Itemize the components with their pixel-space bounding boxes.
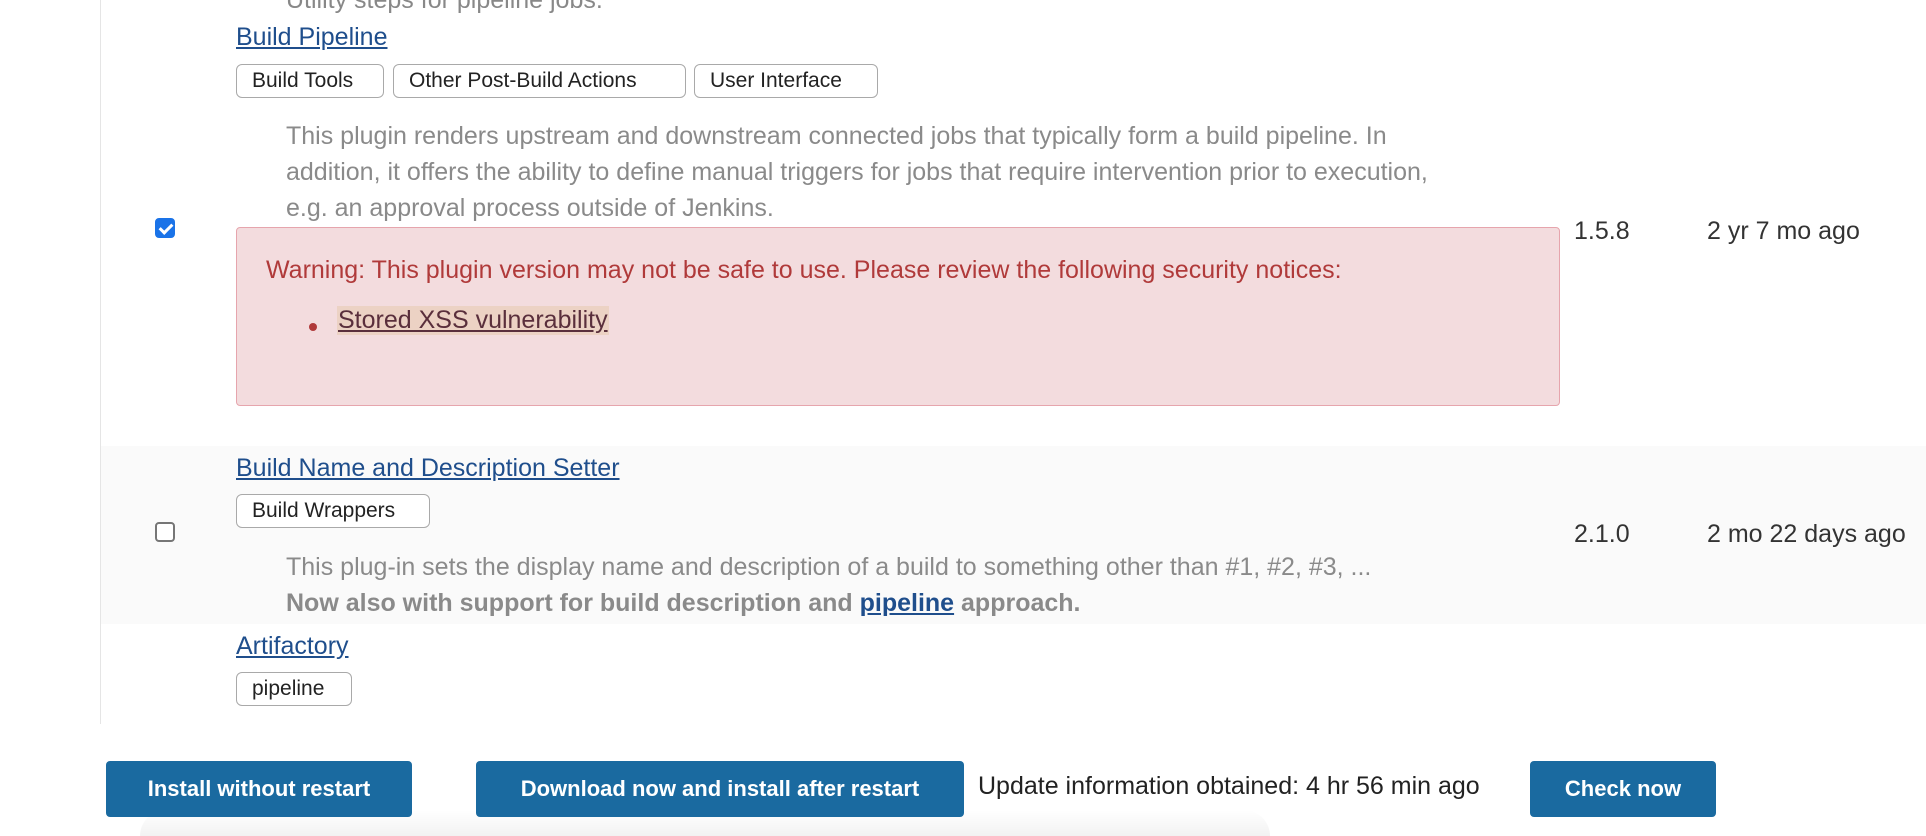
description-line-bold: Now also with support for build descript… <box>286 585 1566 621</box>
pipeline-link[interactable]: pipeline <box>860 589 954 617</box>
table-row <box>101 624 1926 724</box>
update-info-text: Update information obtained: 4 hr 56 min… <box>978 772 1480 800</box>
description-line: addition, it offers the ability to defin… <box>286 158 1428 186</box>
plugin-version: 1.5.8 <box>1574 217 1630 245</box>
tag-build-tools[interactable]: Build Tools <box>236 64 384 98</box>
plugin-released: 2 yr 7 mo ago <box>1707 217 1860 245</box>
description-line: e.g. an approval process outside of Jenk… <box>286 194 774 222</box>
tag-build-wrappers[interactable]: Build Wrappers <box>236 494 430 528</box>
security-notice-link[interactable]: Stored XSS vulnerability <box>337 306 609 335</box>
plugin-name-link[interactable]: Artifactory <box>236 632 349 661</box>
description-text: Now also with support for build descript… <box>286 589 860 617</box>
plugin-table: Utility steps for pipeline jobs. Build P… <box>0 0 1926 724</box>
tag-other-post-build-actions[interactable]: Other Post-Build Actions <box>393 64 686 98</box>
check-now-button[interactable]: Check now <box>1530 761 1716 817</box>
tag-user-interface[interactable]: User Interface <box>694 64 878 98</box>
plugin-checkbox-build-name-setter[interactable] <box>155 522 175 542</box>
plugin-description: This plugin renders upstream and downstr… <box>286 118 1566 226</box>
security-warning: Warning: This plugin version may not be … <box>236 227 1560 406</box>
plugin-released: 2 mo 22 days ago <box>1707 520 1906 548</box>
description-text: approach. <box>954 589 1081 617</box>
description-line: This plugin renders upstream and downstr… <box>286 122 1387 150</box>
plugin-name-link[interactable]: Build Name and Description Setter <box>236 454 620 483</box>
download-install-after-restart-button[interactable]: Download now and install after restart <box>476 761 964 817</box>
bullet-icon <box>309 323 317 331</box>
plugin-checkbox-build-pipeline[interactable] <box>155 218 175 238</box>
description-line: This plug-in sets the display name and d… <box>286 553 1372 581</box>
plugin-description: This plug-in sets the display name and d… <box>286 549 1566 621</box>
tag-pipeline[interactable]: pipeline <box>236 672 352 706</box>
plugin-name-link[interactable]: Build Pipeline <box>236 23 388 52</box>
install-without-restart-button[interactable]: Install without restart <box>106 761 412 817</box>
warning-message: Warning: This plugin version may not be … <box>266 256 1342 284</box>
plugin-version: 2.1.0 <box>1574 520 1630 548</box>
